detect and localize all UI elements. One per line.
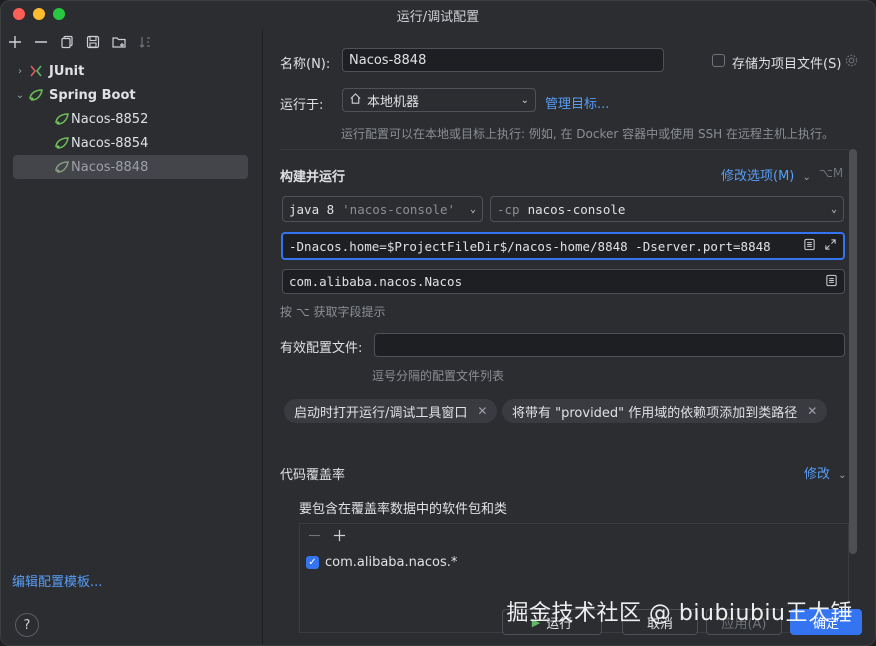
- chevron-down-icon: ⌄: [802, 172, 811, 183]
- spring-boot-icon: [27, 87, 45, 103]
- add-icon[interactable]: [333, 529, 346, 546]
- run-on-label: 运行于:: [280, 98, 324, 113]
- remove-icon[interactable]: [33, 34, 49, 50]
- gear-icon[interactable]: [844, 53, 859, 72]
- profiles-hint: 逗号分隔的配置文件列表: [372, 369, 505, 383]
- coverage-include-label: 要包含在覆盖率数据中的软件包和类: [299, 502, 508, 517]
- package-list-toolbar: [300, 524, 848, 550]
- copy-icon[interactable]: [59, 34, 75, 50]
- spring-boot-icon: [53, 159, 71, 175]
- main-class-value: com.alibaba.nacos.Nacos: [289, 274, 463, 289]
- main-class-field[interactable]: com.alibaba.nacos.Nacos: [282, 269, 845, 294]
- window-title: 运行/调试配置: [396, 9, 480, 25]
- cp-module: nacos-console: [527, 201, 626, 217]
- jdk-select[interactable]: java 8 'nacos-console' ⌄: [282, 196, 483, 222]
- jdk-version: java 8: [289, 201, 335, 217]
- title-bar: 运行/调试配置: [1, 1, 875, 29]
- add-icon[interactable]: [7, 34, 23, 50]
- modify-options-shortcut: ⌥M: [819, 166, 844, 180]
- remove-icon[interactable]: [308, 529, 321, 546]
- store-as-project-file-label: 存储为项目文件(S): [732, 57, 842, 72]
- config-tree-panel: › JUnit ⌄ Spring Boot Nacos-8852 Nacos-8…: [1, 29, 263, 645]
- watermark-text: 掘金技术社区 @ biubiubiu王大锤: [506, 601, 853, 626]
- folder-add-icon[interactable]: [111, 34, 127, 50]
- run-on-hint: 运行配置可以在本地或目标上执行: 例如, 在 Docker 容器中或使用 SSH…: [341, 127, 835, 141]
- edit-config-templates-link[interactable]: 编辑配置模板...: [12, 571, 102, 590]
- close-window-button[interactable]: [13, 8, 25, 20]
- chevron-down-icon: ⌄: [469, 203, 476, 215]
- coverage-heading: 代码覆盖率: [280, 468, 346, 483]
- active-profiles-label: 有效配置文件:: [280, 341, 363, 356]
- form-scrollbar[interactable]: [849, 149, 857, 554]
- option-tag-open-tool-window[interactable]: 启动时打开运行/调试工具窗口 ✕: [284, 399, 498, 423]
- classpath-select[interactable]: -cp nacos-console ⌄: [490, 196, 844, 222]
- tree-label: Nacos-8848: [71, 159, 149, 175]
- expand-text-icon[interactable]: [803, 238, 816, 254]
- tree-item-spring-boot[interactable]: ⌄ Spring Boot: [1, 83, 262, 107]
- tree-label-spring-boot: Spring Boot: [49, 87, 136, 103]
- tree-item-junit[interactable]: › JUnit: [1, 59, 262, 83]
- tree-label: Nacos-8854: [71, 135, 149, 151]
- spring-boot-icon: [53, 135, 71, 151]
- coverage-modify-label: 修改: [804, 467, 831, 482]
- section-divider: [280, 149, 849, 150]
- sort-icon[interactable]: [137, 34, 153, 50]
- cp-prefix: -cp: [497, 201, 520, 217]
- chevron-right-icon[interactable]: ›: [13, 66, 27, 77]
- tag-label: 启动时打开运行/调试工具窗口: [294, 405, 468, 421]
- close-icon[interactable]: ✕: [477, 404, 487, 418]
- tree-item-nacos-8854[interactable]: Nacos-8854: [1, 131, 262, 155]
- run-on-value: 本地机器: [367, 94, 420, 110]
- save-icon[interactable]: [85, 34, 101, 50]
- chevron-down-icon: ⌄: [838, 470, 847, 481]
- active-profiles-field[interactable]: [374, 333, 845, 357]
- name-label: 名称(N):: [280, 57, 331, 72]
- tree-label: Nacos-8852: [71, 111, 149, 127]
- help-button[interactable]: ?: [15, 613, 39, 637]
- package-row[interactable]: ✓ com.alibaba.nacos.*: [300, 550, 848, 574]
- tree-item-nacos-8848[interactable]: Nacos-8848: [13, 155, 248, 179]
- home-icon: [349, 92, 362, 109]
- spring-boot-icon: [53, 111, 71, 127]
- package-checkbox[interactable]: ✓: [306, 555, 319, 569]
- junit-icon: [27, 63, 45, 79]
- option-tag-provided-scope[interactable]: 将带有 "provided" 作用域的依赖项添加到类路径 ✕: [502, 399, 828, 423]
- field-hint: 按 ⌥ 获取字段提示: [280, 305, 386, 319]
- tag-label: 将带有 "provided" 作用域的依赖项添加到类路径: [512, 405, 798, 421]
- close-icon[interactable]: ✕: [807, 404, 817, 418]
- run-on-select[interactable]: 本地机器 ⌄: [342, 88, 536, 112]
- modify-options-link[interactable]: 修改选项(M) ⌄: [721, 165, 811, 184]
- chevron-down-icon: ⌄: [830, 203, 837, 215]
- chevron-down-icon[interactable]: ⌄: [13, 90, 27, 101]
- expand-text-icon[interactable]: [825, 274, 838, 290]
- fullscreen-icon[interactable]: [824, 238, 837, 254]
- chevron-down-icon: ⌄: [520, 94, 529, 106]
- jdk-module: 'nacos-console': [342, 201, 456, 217]
- minimize-window-button[interactable]: [33, 8, 45, 20]
- coverage-modify-link[interactable]: 修改 ⌄: [804, 463, 847, 482]
- build-run-heading: 构建并运行: [280, 170, 346, 185]
- config-form-panel: 名称(N): Nacos-8848 存储为项目文件(S) 运行于: 本地机器 ⌄…: [264, 29, 875, 645]
- window-controls: [13, 8, 65, 20]
- tree-toolbar: [1, 29, 262, 55]
- manage-targets-link[interactable]: 管理目标...: [545, 93, 609, 112]
- package-pattern: com.alibaba.nacos.*: [325, 554, 458, 570]
- store-as-project-file-checkbox[interactable]: [712, 54, 725, 67]
- config-tree: › JUnit ⌄ Spring Boot Nacos-8852 Nacos-8…: [1, 59, 262, 179]
- tree-item-nacos-8852[interactable]: Nacos-8852: [1, 107, 262, 131]
- maximize-window-button[interactable]: [53, 8, 65, 20]
- vm-options-value: -Dnacos.home=$ProjectFileDir$/nacos-home…: [289, 238, 771, 254]
- modify-options-label: 修改选项(M): [721, 169, 795, 184]
- name-field[interactable]: Nacos-8848: [342, 48, 664, 72]
- run-debug-config-window: 运行/调试配置 › JUnit ⌄ Spring Boot Nacos-8852…: [0, 0, 876, 646]
- tree-label-junit: JUnit: [49, 63, 85, 79]
- vm-options-field[interactable]: -Dnacos.home=$ProjectFileDir$/nacos-home…: [281, 232, 845, 260]
